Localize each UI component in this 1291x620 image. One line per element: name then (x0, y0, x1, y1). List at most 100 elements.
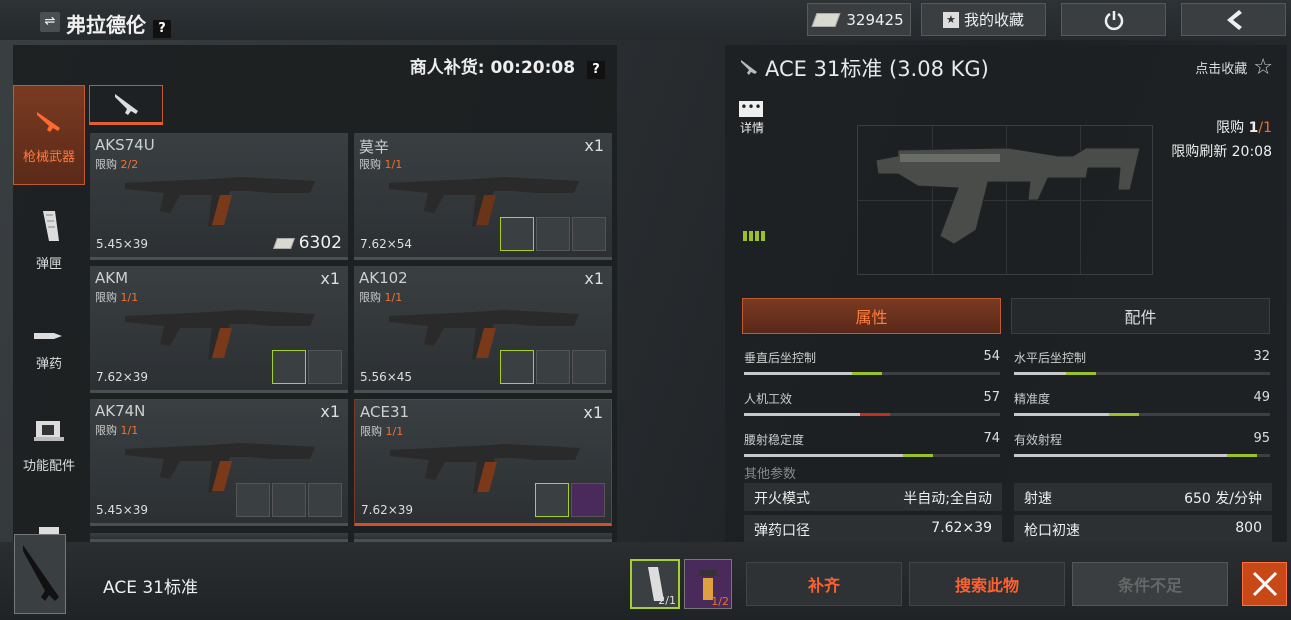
money-display: 329425 (807, 3, 911, 36)
param-row: 枪口初速 800 (1014, 515, 1272, 543)
required-item-slot[interactable] (536, 350, 570, 384)
required-items (500, 217, 606, 251)
more-icon: ••• (739, 101, 763, 117)
switch-trader-icon[interactable]: ⇌ (40, 12, 60, 32)
back-button[interactable] (1181, 3, 1286, 36)
rifle-icon (115, 94, 138, 115)
item-card-partial[interactable] (90, 533, 348, 542)
stat-bar-fill (744, 454, 934, 457)
required-items (236, 483, 342, 517)
item-caliber: 7.62×39 (361, 503, 414, 517)
tool-icon (13, 507, 85, 537)
limit-prefix: 限购 (95, 291, 117, 304)
required-item-magazine[interactable]: 2/1 (630, 559, 680, 609)
tab-parts[interactable]: 配件 (1011, 298, 1270, 334)
item-name: AKS74U (95, 136, 155, 154)
price-value: 6302 (298, 233, 342, 253)
category-attachments[interactable]: 功能配件 (13, 395, 85, 495)
tab-attributes[interactable]: 属性 (742, 298, 1001, 334)
required-item-slot[interactable] (236, 483, 270, 517)
fill-button[interactable]: 补齐 (746, 562, 902, 606)
required-item-slot[interactable] (572, 217, 606, 251)
bottom-bar: ACE 31标准 2/1 1/2 补齐 搜索此物 条件不足 (0, 534, 1291, 620)
required-items (535, 483, 605, 517)
stat-label: 腰射稳定度 (744, 433, 805, 447)
favorite-button[interactable]: 点击收藏 ☆ (1195, 55, 1273, 80)
limit-info: 限购 1/1 限购刷新 20:08 (1171, 117, 1272, 161)
limit-total: /1 (1258, 120, 1272, 136)
category-magazines[interactable]: 弹匣 (13, 193, 85, 293)
stat-bar-fill (1014, 413, 1140, 416)
stat-row: 精准度 49 (1012, 388, 1272, 422)
item-card-partial[interactable] (354, 533, 612, 542)
favorites-button[interactable]: ★ 我的收藏 (921, 3, 1046, 36)
limit-prefix: 限购 (95, 158, 117, 171)
conditions-unmet-button[interactable]: 条件不足 (1072, 562, 1228, 606)
category-weapons-label: 枪械武器 (22, 150, 75, 165)
required-items (272, 350, 342, 384)
back-arrow-icon (1226, 9, 1242, 30)
stat-row: 垂直后坐控制 54 (742, 347, 1002, 381)
category-weapons[interactable]: 枪械武器 (13, 85, 85, 185)
limit-prefix: 限购 (359, 158, 381, 171)
required-item-slot[interactable] (308, 483, 342, 517)
item-quantity: x1 (320, 402, 340, 421)
stat-value: 49 (1253, 390, 1270, 405)
required-item-slot[interactable] (500, 350, 534, 384)
required-item-slot[interactable] (308, 350, 342, 384)
item-card[interactable]: AK102 限购 1/1 x1 5.56×45 (354, 266, 612, 393)
restock-help-icon[interactable]: ? (587, 61, 605, 79)
stat-value: 74 (983, 431, 1000, 446)
detail-label: 详情 (739, 121, 764, 135)
item-name: AK102 (359, 269, 408, 287)
param-row: 开火模式 半自动;全自动 (744, 483, 1002, 511)
required-item-slot[interactable] (535, 483, 569, 517)
scope-icon (13, 395, 85, 445)
favorite-label: 点击收藏 (1195, 62, 1248, 77)
stat-bar (1014, 372, 1270, 375)
stat-label: 水平后坐控制 (1014, 351, 1087, 365)
item-card[interactable]: AK74N 限购 1/1 x1 5.45×39 (90, 399, 348, 526)
item-card[interactable]: ACE31 限购 1/1 x1 7.62×39 (354, 399, 612, 526)
stat-bar (1014, 454, 1270, 457)
stat-label: 精准度 (1014, 392, 1051, 406)
search-item-button[interactable]: 搜索此物 (909, 562, 1065, 606)
item-card[interactable]: AKS74U 限购 2/2 5.45×39 6302 (90, 133, 348, 260)
detail-tabs: 属性 配件 (742, 298, 1270, 334)
stat-bar (744, 454, 1000, 457)
stat-bar (1014, 413, 1270, 416)
close-button[interactable] (1242, 562, 1287, 606)
required-item-slot[interactable] (500, 217, 534, 251)
subtab-rifles[interactable] (89, 85, 163, 125)
item-caliber: 5.45×39 (96, 237, 149, 251)
required-item-vial[interactable]: 1/2 (684, 559, 732, 609)
limit-prefix: 限购 (95, 424, 117, 437)
power-icon (1104, 10, 1123, 30)
money-amount: 329425 (846, 10, 904, 29)
stat-row: 人机工效 57 (742, 388, 1002, 422)
stat-row: 有效射程 95 (1012, 429, 1272, 463)
category-magazines-label: 弹匣 (35, 257, 62, 272)
power-button[interactable] (1061, 3, 1166, 36)
selected-item-name: ACE 31标准 (103, 578, 198, 598)
stat-value: 95 (1253, 431, 1270, 446)
item-card[interactable]: AKM 限购 1/1 x1 7.62×39 (90, 266, 348, 393)
restock-label: 商人补货: 00:20:08 (409, 58, 576, 78)
stat-value: 54 (983, 349, 1000, 364)
category-ammo[interactable]: 弹药 (13, 293, 85, 393)
required-item-slot[interactable] (272, 350, 306, 384)
trader-help-icon[interactable]: ? (152, 20, 171, 38)
required-count-1: 2/1 (658, 594, 676, 607)
required-item-slot[interactable] (272, 483, 306, 517)
star-icon: ☆ (1253, 55, 1273, 80)
item-card[interactable]: 莫辛 限购 1/1 x1 7.62×54 (354, 133, 612, 260)
selected-item-slot[interactable] (14, 534, 66, 614)
required-item-slot[interactable] (536, 217, 570, 251)
detail-button[interactable]: ••• 详情 (739, 101, 765, 136)
stat-bar (744, 372, 1000, 375)
required-item-slot[interactable] (572, 350, 606, 384)
item-name: AK74N (95, 402, 146, 420)
stat-bar (744, 413, 1000, 416)
item-quantity: x1 (320, 269, 340, 288)
required-item-slot[interactable] (571, 483, 605, 517)
